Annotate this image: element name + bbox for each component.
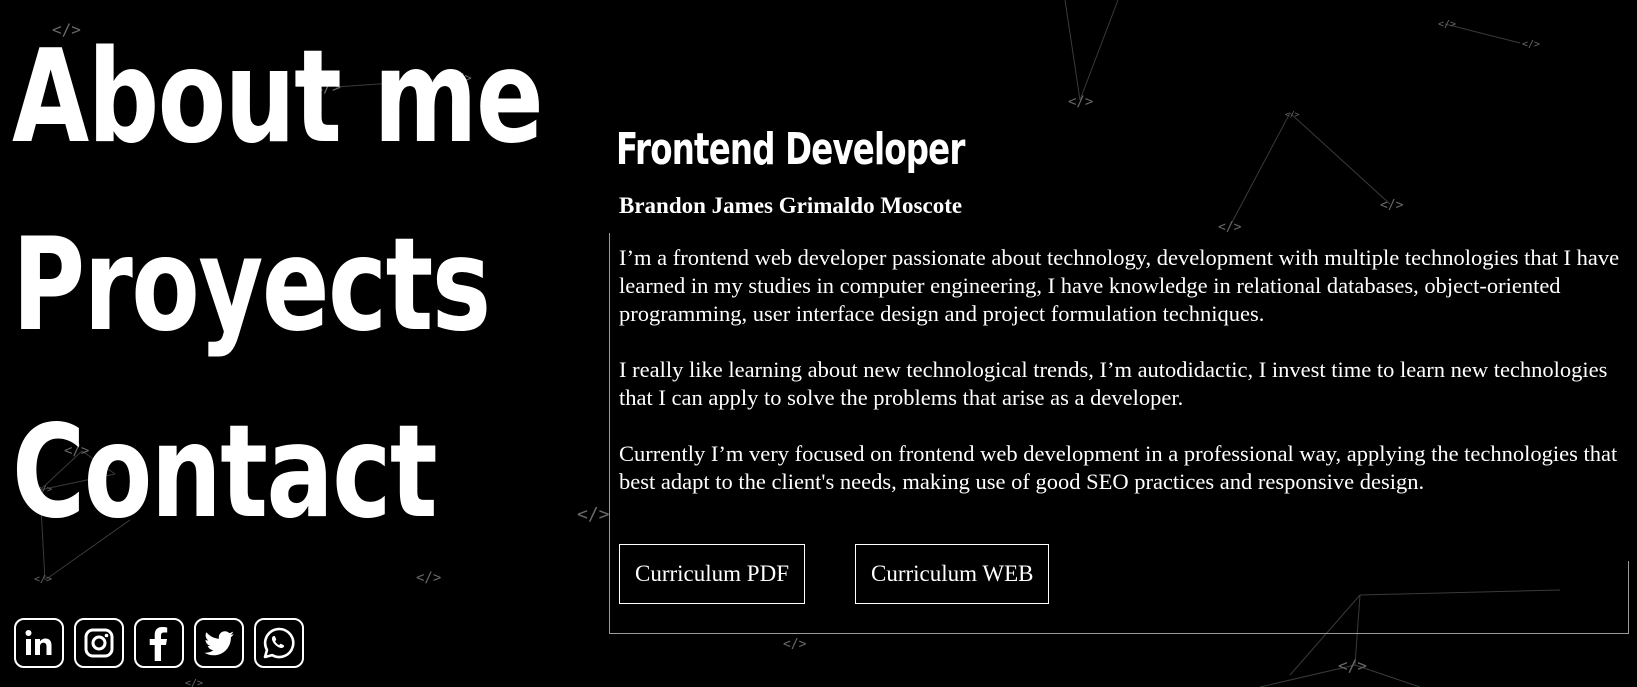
facebook-icon — [149, 627, 168, 661]
code-node-label: </> — [1522, 39, 1540, 50]
code-node-label: </> — [185, 678, 203, 687]
code-node-label: </> — [783, 637, 807, 652]
role-title: Frontend Developer — [616, 124, 965, 175]
instagram-icon — [84, 628, 114, 658]
whatsapp-button[interactable] — [254, 618, 304, 668]
panel-corner-line — [1628, 561, 1629, 633]
nav-about-me[interactable]: About me — [12, 34, 544, 164]
twitter-button[interactable] — [194, 618, 244, 668]
linkedin-button[interactable] — [14, 618, 64, 668]
bio-paragraph: I’m a frontend web developer passionate … — [619, 245, 1620, 326]
linkedin-icon — [25, 630, 52, 655]
bio-paragraph: I really like learning about new technol… — [619, 357, 1608, 410]
code-node-label: </> — [1285, 110, 1300, 119]
curriculum-buttons: Curriculum PDF Curriculum WEB — [619, 544, 1050, 604]
social-links — [14, 618, 304, 668]
twitter-icon — [204, 631, 234, 656]
whatsapp-icon — [263, 627, 295, 659]
facebook-button[interactable] — [134, 618, 184, 668]
curriculum-pdf-button[interactable]: Curriculum PDF — [619, 544, 805, 604]
bio-paragraph: Currently I’m very focused on frontend w… — [619, 441, 1618, 494]
code-node-label: </> — [1068, 94, 1093, 110]
code-node-label: </> — [1438, 19, 1456, 30]
code-node-label: </> — [34, 574, 52, 585]
full-name: Brandon James Grimaldo Moscote — [619, 193, 963, 218]
curriculum-web-button[interactable]: Curriculum WEB — [854, 544, 1050, 604]
nav-contact[interactable]: Contact — [12, 409, 438, 539]
instagram-button[interactable] — [74, 618, 124, 668]
code-node-label: </> — [416, 570, 441, 586]
code-node-label: </> — [1338, 656, 1367, 675]
nav-projects[interactable]: Proyects — [12, 222, 491, 352]
bio-text: I’m a frontend web developer passionate … — [619, 244, 1624, 524]
code-node-label: </> — [1380, 198, 1404, 213]
code-node-label: </> — [577, 504, 610, 525]
